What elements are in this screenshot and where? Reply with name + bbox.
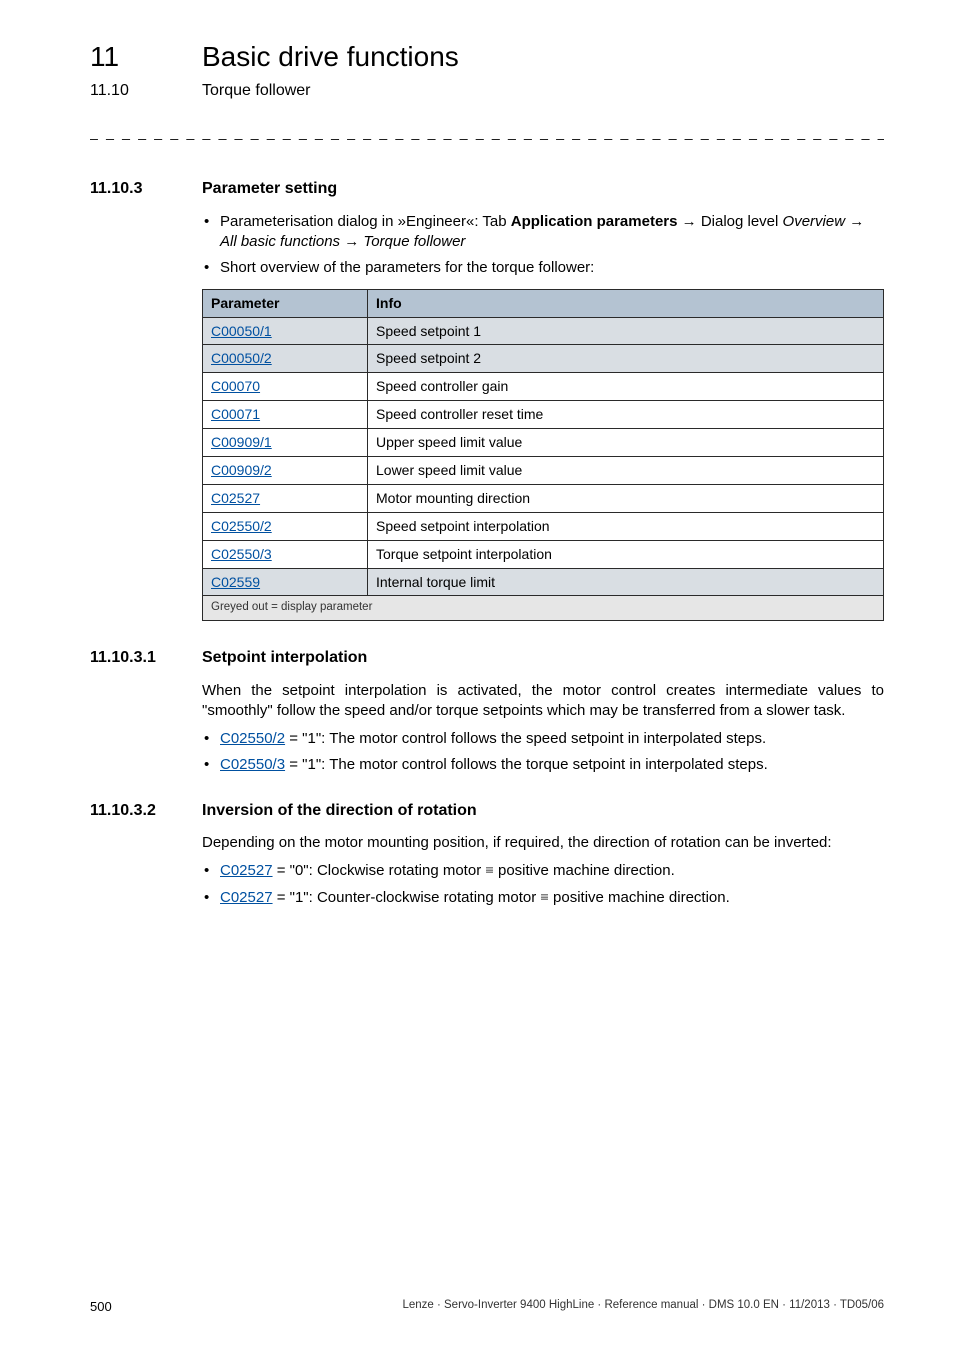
parameter-link[interactable]: C00050/2 — [211, 350, 272, 366]
table-row: C00050/1 Speed setpoint 1 — [203, 317, 884, 345]
footer-text: Lenze · Servo-Inverter 9400 HighLine · R… — [402, 1298, 884, 1316]
parameter-link[interactable]: C02550/2 — [211, 518, 272, 534]
table-cell-parameter: C02527 — [203, 484, 368, 512]
equiv-icon: ≡ — [540, 890, 548, 906]
text: positive machine direction. — [494, 862, 675, 879]
arrow-icon: → — [845, 213, 864, 230]
parameter-link[interactable]: C00071 — [211, 406, 260, 422]
table-cell-parameter: C00909/1 — [203, 429, 368, 457]
bold-text: Application parameters — [511, 213, 678, 230]
text: Dialog level — [701, 213, 783, 230]
italic-text: Overview — [783, 213, 846, 230]
table-cell-info: Motor mounting direction — [368, 484, 884, 512]
table-header-parameter: Parameter — [203, 289, 368, 317]
list-item: C02527 = "0": Clockwise rotating motor ≡… — [202, 861, 884, 881]
text: = "1": The motor control follows the spe… — [285, 730, 766, 747]
parameter-link[interactable]: C00909/1 — [211, 434, 272, 450]
text: Parameterisation dialog in »Engineer«: T… — [220, 213, 511, 230]
page-number: 500 — [90, 1298, 112, 1316]
table-row: C02559 Internal torque limit — [203, 568, 884, 596]
parameter-link[interactable]: C02527 — [211, 490, 260, 506]
separator-dashes: _ _ _ _ _ _ _ _ _ _ _ _ _ _ _ _ _ _ _ _ … — [90, 123, 884, 142]
section-heading-11-10-3: 11.10.3 Parameter setting — [90, 178, 884, 200]
chapter-number: 11 — [90, 38, 202, 76]
parameter-link[interactable]: C02527 — [220, 889, 273, 906]
table-cell-info: Lower speed limit value — [368, 456, 884, 484]
table-cell-info: Speed setpoint interpolation — [368, 512, 884, 540]
table-cell-parameter: C00071 — [203, 401, 368, 429]
text: = "0": Clockwise rotating motor — [273, 862, 486, 879]
table-row: C02527 Motor mounting direction — [203, 484, 884, 512]
table-cell-info: Upper speed limit value — [368, 429, 884, 457]
equiv-icon: ≡ — [485, 863, 493, 879]
paragraph: Depending on the motor mounting position… — [202, 833, 884, 853]
parameter-link[interactable]: C00070 — [211, 378, 260, 394]
italic-text: All basic functions — [220, 233, 340, 250]
table-cell-parameter: C02550/2 — [203, 512, 368, 540]
section-number: 11.10.3.2 — [90, 800, 202, 822]
text: = "1": The motor control follows the tor… — [285, 756, 768, 773]
section-heading-11-10-3-1: 11.10.3.1 Setpoint interpolation — [90, 647, 884, 669]
list-item: Short overview of the parameters for the… — [202, 258, 884, 278]
table-cell-parameter: C00050/2 — [203, 345, 368, 373]
arrow-icon: → — [677, 213, 700, 230]
list-item: C02550/3 = "1": The motor control follow… — [202, 755, 884, 775]
table-footnote: Greyed out = display parameter — [203, 596, 884, 621]
parameter-link[interactable]: C00050/1 — [211, 323, 272, 339]
parameter-link[interactable]: C02550/2 — [220, 730, 285, 747]
parameter-setting-bullets: Parameterisation dialog in »Engineer«: T… — [202, 212, 884, 279]
table-cell-info: Speed controller reset time — [368, 401, 884, 429]
table-row: C00909/1 Upper speed limit value — [203, 429, 884, 457]
table-cell-parameter: C00070 — [203, 373, 368, 401]
italic-text: Torque follower — [363, 233, 465, 250]
chapter-heading: 11 Basic drive functions — [90, 38, 884, 76]
table-cell-parameter: C00050/1 — [203, 317, 368, 345]
section-title: Parameter setting — [202, 178, 337, 200]
table-cell-info: Speed controller gain — [368, 373, 884, 401]
list-item: C02527 = "1": Counter-clockwise rotating… — [202, 888, 884, 908]
table-cell-parameter: C02550/3 — [203, 540, 368, 568]
subchapter-heading: 11.10 Torque follower — [90, 80, 884, 102]
arrow-icon: → — [340, 233, 363, 250]
table-row: C00070 Speed controller gain — [203, 373, 884, 401]
table-cell-info: Internal torque limit — [368, 568, 884, 596]
paragraph: When the setpoint interpolation is activ… — [202, 681, 884, 722]
parameter-link[interactable]: C02527 — [220, 862, 273, 879]
table-cell-info: Torque setpoint interpolation — [368, 540, 884, 568]
section-title: Inversion of the direction of rotation — [202, 800, 477, 822]
table-row: C02550/2 Speed setpoint interpolation — [203, 512, 884, 540]
table-cell-info: Speed setpoint 1 — [368, 317, 884, 345]
text: positive machine direction. — [549, 889, 730, 906]
parameter-link[interactable]: C02550/3 — [220, 756, 285, 773]
table-header-info: Info — [368, 289, 884, 317]
table-cell-parameter: C00909/2 — [203, 456, 368, 484]
list-item: C02550/2 = "1": The motor control follow… — [202, 729, 884, 749]
table-cell-parameter: C02559 — [203, 568, 368, 596]
section-number: 11.10.3 — [90, 178, 202, 200]
subchapter-title: Torque follower — [202, 80, 311, 102]
table-row: C00071 Speed controller reset time — [203, 401, 884, 429]
parameter-link[interactable]: C02550/3 — [211, 546, 272, 562]
parameter-link[interactable]: C02559 — [211, 574, 260, 590]
text: = "1": Counter-clockwise rotating motor — [273, 889, 541, 906]
page-footer: 500 Lenze · Servo-Inverter 9400 HighLine… — [90, 1298, 884, 1316]
table-cell-info: Speed setpoint 2 — [368, 345, 884, 373]
chapter-title: Basic drive functions — [202, 38, 459, 76]
table-row: C00909/2 Lower speed limit value — [203, 456, 884, 484]
setpoint-interpolation-bullets: C02550/2 = "1": The motor control follow… — [202, 729, 884, 776]
section-title: Setpoint interpolation — [202, 647, 367, 669]
inversion-bullets: C02527 = "0": Clockwise rotating motor ≡… — [202, 861, 884, 908]
text: Short overview of the parameters for the… — [220, 259, 594, 276]
parameter-link[interactable]: C00909/2 — [211, 462, 272, 478]
table-row: C02550/3 Torque setpoint interpolation — [203, 540, 884, 568]
table-row: C00050/2 Speed setpoint 2 — [203, 345, 884, 373]
list-item: Parameterisation dialog in »Engineer«: T… — [202, 212, 884, 253]
section-number: 11.10.3.1 — [90, 647, 202, 669]
parameter-table: Parameter Info C00050/1Speed setpoint 1C… — [202, 289, 884, 621]
section-heading-11-10-3-2: 11.10.3.2 Inversion of the direction of … — [90, 800, 884, 822]
subchapter-number: 11.10 — [90, 80, 202, 102]
